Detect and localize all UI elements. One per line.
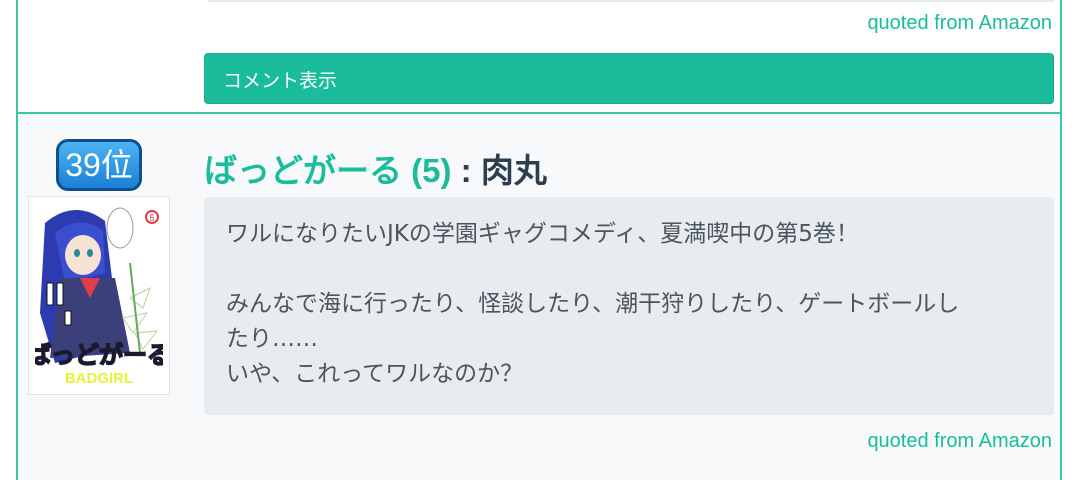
author-name: 肉丸 xyxy=(480,152,547,189)
entry-title: ばっどがーる (5) : 肉丸 xyxy=(204,144,547,192)
description-line: ワルになりたいJKの学園ギャグコメディ、夏満喫中の第5巻！ xyxy=(226,221,859,247)
quote-source-link[interactable]: quoted from Amazon xyxy=(867,12,1052,35)
quote-source-link[interactable]: quoted from Amazon xyxy=(867,430,1052,453)
book-title-link[interactable]: ばっどがーる (5) xyxy=(204,152,452,189)
description-line: みんなで海に行ったり、怪談したり、潮干狩りしたり、ゲートボールし xyxy=(226,291,960,317)
description-box: ワルになりたいJKの学園ギャグコメディ、夏満喫中の第5巻！ みんなで海に行ったり… xyxy=(204,197,1054,415)
previous-description-box-edge xyxy=(208,0,1054,2)
svg-text:ばっどがーる: ばっどがーる xyxy=(35,341,163,369)
previous-entry-footer: quoted from Amazon コメント表示 xyxy=(18,0,1060,114)
ranking-list-frame: quoted from Amazon コメント表示 39位 5 ばっどがーる B… xyxy=(16,0,1062,480)
show-comments-button[interactable]: コメント表示 xyxy=(204,53,1054,104)
description-line: たり…… xyxy=(226,326,318,352)
svg-text:BADGIRL: BADGIRL xyxy=(65,370,133,387)
cover-volume-number: 5 xyxy=(149,213,154,223)
ranking-entry: 39位 5 ばっどがーる BADGIRL ばっどがーる (5): 肉丸 ワルに… xyxy=(18,114,1060,480)
book-cover[interactable]: 5 ばっどがーる BADGIRL xyxy=(28,196,170,395)
rank-badge: 39位 xyxy=(56,139,142,191)
description-line: いや、これってワルなのか？ xyxy=(226,361,524,387)
cover-image: 5 ばっどがーる BADGIRL xyxy=(35,203,163,388)
title-separator: : xyxy=(451,152,481,189)
